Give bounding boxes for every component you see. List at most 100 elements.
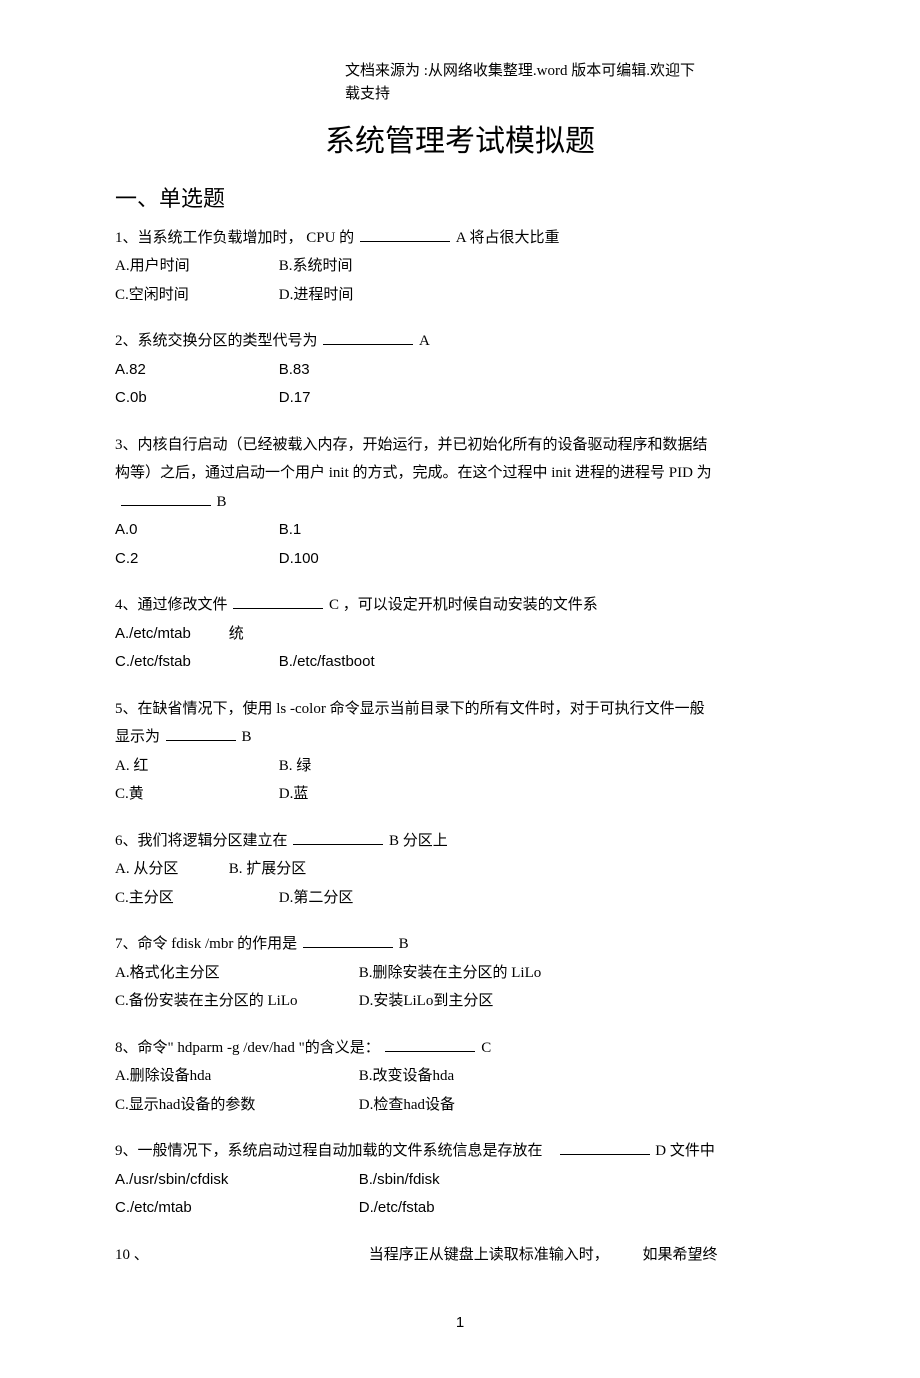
q8-stem-b: C bbox=[481, 1040, 491, 1056]
q7-blank bbox=[303, 932, 393, 948]
q3-line2: 构等）之后，通过启动一个用户 init 的方式，完成。在这个过程中 init 进… bbox=[115, 459, 805, 488]
q1-stem-b: A 将占很大比重 bbox=[456, 230, 560, 246]
q4-optA: A./etc/mtab bbox=[115, 620, 225, 649]
source-note: 文档来源为 :从网络收集整理.word 版本可编辑.欢迎下载支持 bbox=[345, 60, 695, 105]
q3-row1: A.0 B.1 bbox=[115, 516, 805, 545]
q6-row2: C.主分区 D.第二分区 bbox=[115, 884, 805, 913]
q2-optA: A.82 bbox=[115, 356, 275, 385]
q7-stem: 7、命令 fdisk /mbr 的作用是 B bbox=[115, 930, 805, 959]
q2-row1: A.82 B.83 bbox=[115, 356, 805, 385]
q9-row2: C./etc/mtab D./etc/fstab bbox=[115, 1194, 805, 1223]
q6-row1: A. 从分区 B. 扩展分区 bbox=[115, 855, 805, 884]
q7-optB: B.删除安装在主分区的 LiLo bbox=[359, 965, 542, 981]
q5-row1: A. 红 B. 绿 bbox=[115, 752, 805, 781]
q4-stem-a: 4、通过修改文件 bbox=[115, 597, 228, 613]
q8-row2: C.显示had设备的参数 D.检查had设备 bbox=[115, 1091, 805, 1120]
q9-optB: B./sbin/fdisk bbox=[359, 1171, 440, 1188]
q5-optC: C.黄 bbox=[115, 780, 275, 809]
q9-optC: C./etc/mtab bbox=[115, 1194, 355, 1223]
q6-stem-b: B 分区上 bbox=[389, 833, 448, 849]
q3-line1: 3、内核自行启动（已经被载入内存，开始运行，并已初始化所有的设备驱动程序和数据结 bbox=[115, 431, 805, 460]
q7-stem-a: 7、命令 fdisk /mbr 的作用是 bbox=[115, 936, 297, 952]
q9-stem-b: D 文件中 bbox=[655, 1143, 715, 1159]
q7-optC: C.备份安装在主分区的 LiLo bbox=[115, 987, 355, 1016]
q4-stem: 4、通过修改文件 C ，可以设定开机时候自动安装的文件系 bbox=[115, 591, 805, 620]
q6-optB: B. 扩展分区 bbox=[229, 861, 307, 877]
q8-optA: A.删除设备hda bbox=[115, 1062, 355, 1091]
q2-optD: D.17 bbox=[279, 389, 311, 406]
q9-stem-a: 9、一般情况下，系统启动过程自动加载的文件系统信息是存放在 bbox=[115, 1143, 543, 1159]
q6-optD: D.第二分区 bbox=[279, 890, 354, 906]
q9-stem: 9、一般情况下，系统启动过程自动加载的文件系统信息是存放在 D 文件中 bbox=[115, 1137, 805, 1166]
q6-stem-a: 6、我们将逻辑分区建立在 bbox=[115, 833, 288, 849]
q9-optD: D./etc/fstab bbox=[359, 1199, 435, 1216]
q6-stem: 6、我们将逻辑分区建立在 B 分区上 bbox=[115, 827, 805, 856]
section-heading-1: 一、单选题 bbox=[115, 178, 805, 220]
q5-optA: A. 红 bbox=[115, 752, 275, 781]
q8-row1: A.删除设备hda B.改变设备hda bbox=[115, 1062, 805, 1091]
q7-stem-b: B bbox=[399, 936, 409, 952]
q3-blank bbox=[121, 490, 211, 506]
q7-optD: D.安装LiLo到主分区 bbox=[359, 993, 494, 1009]
q3-row2: C.2 D.100 bbox=[115, 545, 805, 574]
q5-ans: B bbox=[242, 729, 252, 745]
q4-blank bbox=[233, 593, 323, 609]
q3-ans: B bbox=[217, 494, 227, 510]
q10-text-b: 如果希望终 bbox=[643, 1247, 718, 1263]
q5-row2: C.黄 D.蓝 bbox=[115, 780, 805, 809]
q1-optD: D.进程时间 bbox=[279, 287, 354, 303]
q2-row2: C.0b D.17 bbox=[115, 384, 805, 413]
q1-stem-a: 1、当系统工作负载增加时， CPU 的 bbox=[115, 230, 354, 246]
q8-blank bbox=[385, 1036, 475, 1052]
q1-optB: B.系统时间 bbox=[279, 258, 353, 274]
q1-row1: A.用户时间 B.系统时间 bbox=[115, 252, 805, 281]
q4-row2: C./etc/fstab B./etc/fastboot bbox=[115, 648, 805, 677]
page-number: 1 bbox=[115, 1309, 805, 1338]
q10-line: 10 、 当程序正从键盘上读取标准输入时， 如果希望终 bbox=[115, 1241, 805, 1270]
q4-suffix: 统 bbox=[229, 626, 244, 642]
q4-row1: A./etc/mtab 统 bbox=[115, 620, 805, 649]
q2-stem-b: A bbox=[419, 333, 430, 349]
q5-optD: D.蓝 bbox=[279, 786, 309, 802]
q1-stem: 1、当系统工作负载增加时， CPU 的 A 将占很大比重 bbox=[115, 224, 805, 253]
q4-optB: B./etc/fastboot bbox=[279, 653, 375, 670]
q10-text-a: 当程序正从键盘上读取标准输入时， bbox=[369, 1241, 639, 1270]
q3-optA: A.0 bbox=[115, 516, 275, 545]
q2-stem-a: 2、系统交换分区的类型代号为 bbox=[115, 333, 318, 349]
q2-stem: 2、系统交换分区的类型代号为 A bbox=[115, 327, 805, 356]
q3-optB: B.1 bbox=[279, 521, 302, 538]
q1-blank bbox=[360, 226, 450, 242]
q6-blank bbox=[293, 829, 383, 845]
q9-row1: A./usr/sbin/cfdisk B./sbin/fdisk bbox=[115, 1166, 805, 1195]
q3-optC: C.2 bbox=[115, 545, 275, 574]
q5-line2a: 显示为 bbox=[115, 729, 160, 745]
q1-row2: C.空闲时间 D.进程时间 bbox=[115, 281, 805, 310]
q5-line2: 显示为 B bbox=[115, 723, 805, 752]
q4-optC: C./etc/fstab bbox=[115, 648, 275, 677]
q8-stem-a: 8、命令" hdparm -g /dev/had "的含义是： bbox=[115, 1040, 380, 1056]
page: 文档来源为 :从网络收集整理.word 版本可编辑.欢迎下载支持 系统管理考试模… bbox=[0, 0, 920, 1378]
q8-stem: 8、命令" hdparm -g /dev/had "的含义是： C bbox=[115, 1034, 805, 1063]
q5-line1: 5、在缺省情况下，使用 ls -color 命令显示当前目录下的所有文件时，对于… bbox=[115, 695, 805, 724]
q1-optC: C.空闲时间 bbox=[115, 281, 275, 310]
q6-optA: A. 从分区 bbox=[115, 855, 225, 884]
q3-ans-line: B bbox=[115, 488, 805, 517]
q7-optA: A.格式化主分区 bbox=[115, 959, 355, 988]
q7-row2: C.备份安装在主分区的 LiLo D.安装LiLo到主分区 bbox=[115, 987, 805, 1016]
q7-row1: A.格式化主分区 B.删除安装在主分区的 LiLo bbox=[115, 959, 805, 988]
q9-blank bbox=[560, 1139, 650, 1155]
q1-optA: A.用户时间 bbox=[115, 252, 275, 281]
q6-optC: C.主分区 bbox=[115, 884, 275, 913]
q8-optD: D.检查had设备 bbox=[359, 1097, 455, 1113]
q10-num: 10 、 bbox=[115, 1241, 365, 1270]
q5-optB: B. 绿 bbox=[279, 758, 312, 774]
q9-optA: A./usr/sbin/cfdisk bbox=[115, 1166, 355, 1195]
q2-optC: C.0b bbox=[115, 384, 275, 413]
q8-optC: C.显示had设备的参数 bbox=[115, 1091, 355, 1120]
q2-optB: B.83 bbox=[279, 361, 310, 378]
q2-blank bbox=[323, 329, 413, 345]
q3-optD: D.100 bbox=[279, 550, 319, 567]
q8-optB: B.改变设备hda bbox=[359, 1068, 454, 1084]
document-title: 系统管理考试模拟题 bbox=[115, 113, 805, 170]
q5-blank bbox=[166, 725, 236, 741]
